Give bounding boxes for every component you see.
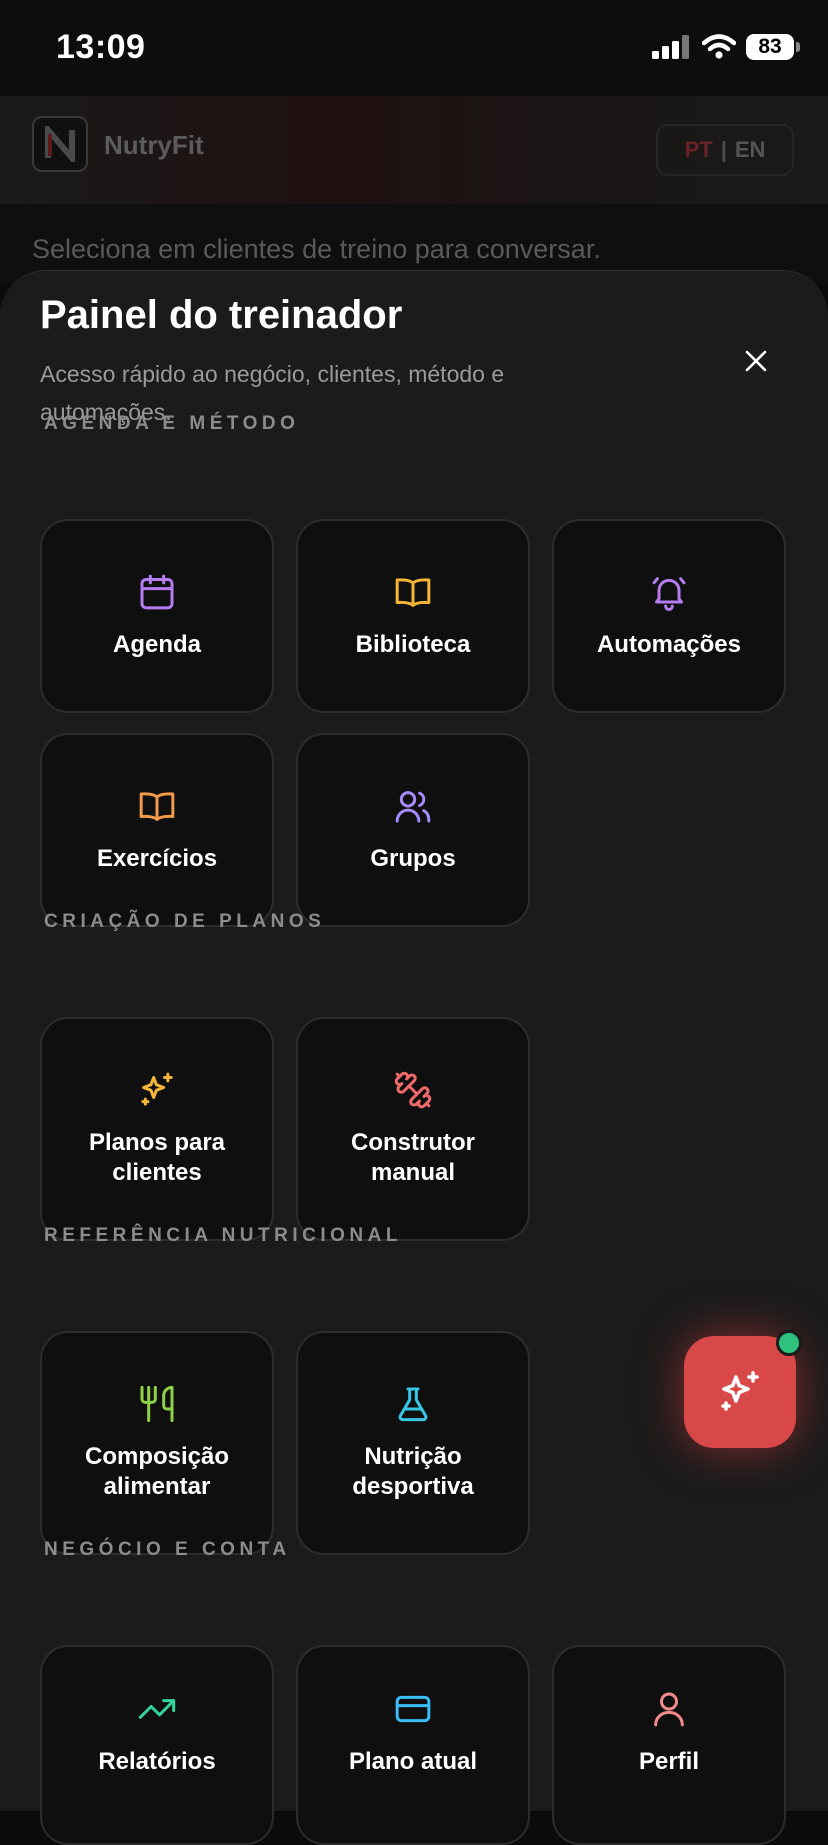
sheet-title: Painel do treinador bbox=[40, 293, 403, 337]
card-label: Perfil bbox=[638, 1748, 700, 1775]
section-title-agenda: AGENDA E MÉTODO bbox=[44, 413, 300, 434]
calendar-icon bbox=[137, 572, 177, 612]
card-plano-atual[interactable]: Plano atual bbox=[296, 1645, 530, 1845]
utensils-icon bbox=[137, 1384, 177, 1424]
card-label: Plano atual bbox=[348, 1748, 478, 1775]
ai-assistant-button[interactable] bbox=[684, 1330, 802, 1448]
card-label: Composição alimentar bbox=[84, 1443, 230, 1500]
card-planos-clientes[interactable]: Planos para clientes bbox=[40, 1017, 274, 1241]
status-time: 13:09 bbox=[56, 28, 146, 66]
card-grupos[interactable]: Grupos bbox=[296, 733, 530, 927]
flask-icon bbox=[393, 1384, 433, 1424]
app-header: NutryFit PT | EN bbox=[0, 96, 828, 206]
card-composicao-alimentar[interactable]: Composição alimentar bbox=[40, 1331, 274, 1555]
lang-en[interactable]: EN bbox=[735, 137, 766, 163]
card-relatorios[interactable]: Relatórios bbox=[40, 1645, 274, 1845]
lang-separator: | bbox=[720, 137, 727, 162]
credit-card-icon bbox=[393, 1689, 433, 1729]
card-label: Relatórios bbox=[98, 1748, 216, 1775]
background-hint: Seleciona em clientes de treino para con… bbox=[32, 234, 601, 264]
card-label: Agenda bbox=[112, 631, 201, 658]
card-label: Construtor manual bbox=[351, 1129, 475, 1186]
card-nutricao-desportiva[interactable]: Nutrição desportiva bbox=[296, 1331, 530, 1555]
card-automacoes[interactable]: Automações bbox=[552, 519, 786, 713]
card-label: Exercícios bbox=[96, 845, 218, 872]
card-construtor-manual[interactable]: Construtor manual bbox=[296, 1017, 530, 1241]
card-label: Nutrição desportiva bbox=[352, 1443, 474, 1500]
section-title-plans: CRIAÇÃO DE PLANOS bbox=[44, 911, 326, 932]
close-icon bbox=[745, 350, 767, 372]
app-logo bbox=[32, 116, 88, 172]
book-icon bbox=[393, 572, 433, 612]
card-label: Biblioteca bbox=[355, 631, 471, 658]
close-button[interactable] bbox=[736, 341, 776, 381]
wifi-icon bbox=[702, 34, 736, 59]
trending-up-icon bbox=[137, 1689, 177, 1729]
card-perfil[interactable]: Perfil bbox=[552, 1645, 786, 1845]
book-icon bbox=[137, 786, 177, 826]
card-biblioteca[interactable]: Biblioteca bbox=[296, 519, 530, 713]
section-title-nutrition: REFERÊNCIA NUTRICIONAL bbox=[44, 1225, 402, 1246]
app-name: NutryFit bbox=[104, 130, 204, 160]
status-icons: 83 bbox=[652, 34, 800, 60]
users-icon bbox=[393, 786, 433, 826]
battery-indicator: 83 bbox=[746, 34, 800, 60]
sparkles-icon bbox=[137, 1070, 177, 1110]
card-exercicios[interactable]: Exercícios bbox=[40, 733, 274, 927]
card-agenda[interactable]: Agenda bbox=[40, 519, 274, 713]
card-label: Automações bbox=[596, 631, 742, 658]
card-label: Grupos bbox=[370, 845, 456, 872]
language-switch[interactable]: PT | EN bbox=[656, 124, 794, 176]
section-title-business: NEGÓCIO E CONTA bbox=[44, 1539, 291, 1560]
dumbbell-icon bbox=[393, 1070, 433, 1110]
signal-icon bbox=[652, 35, 689, 59]
lang-pt[interactable]: PT bbox=[685, 137, 713, 163]
sparkles-icon bbox=[721, 1371, 759, 1411]
status-bar: 13:09 83 bbox=[0, 0, 828, 96]
online-status-dot bbox=[776, 1330, 802, 1356]
user-icon bbox=[649, 1689, 689, 1729]
card-label: Planos para clientes bbox=[88, 1129, 226, 1186]
trainer-panel-sheet: Painel do treinador Acesso rápido ao neg… bbox=[0, 270, 828, 1845]
bell-icon bbox=[649, 572, 689, 612]
